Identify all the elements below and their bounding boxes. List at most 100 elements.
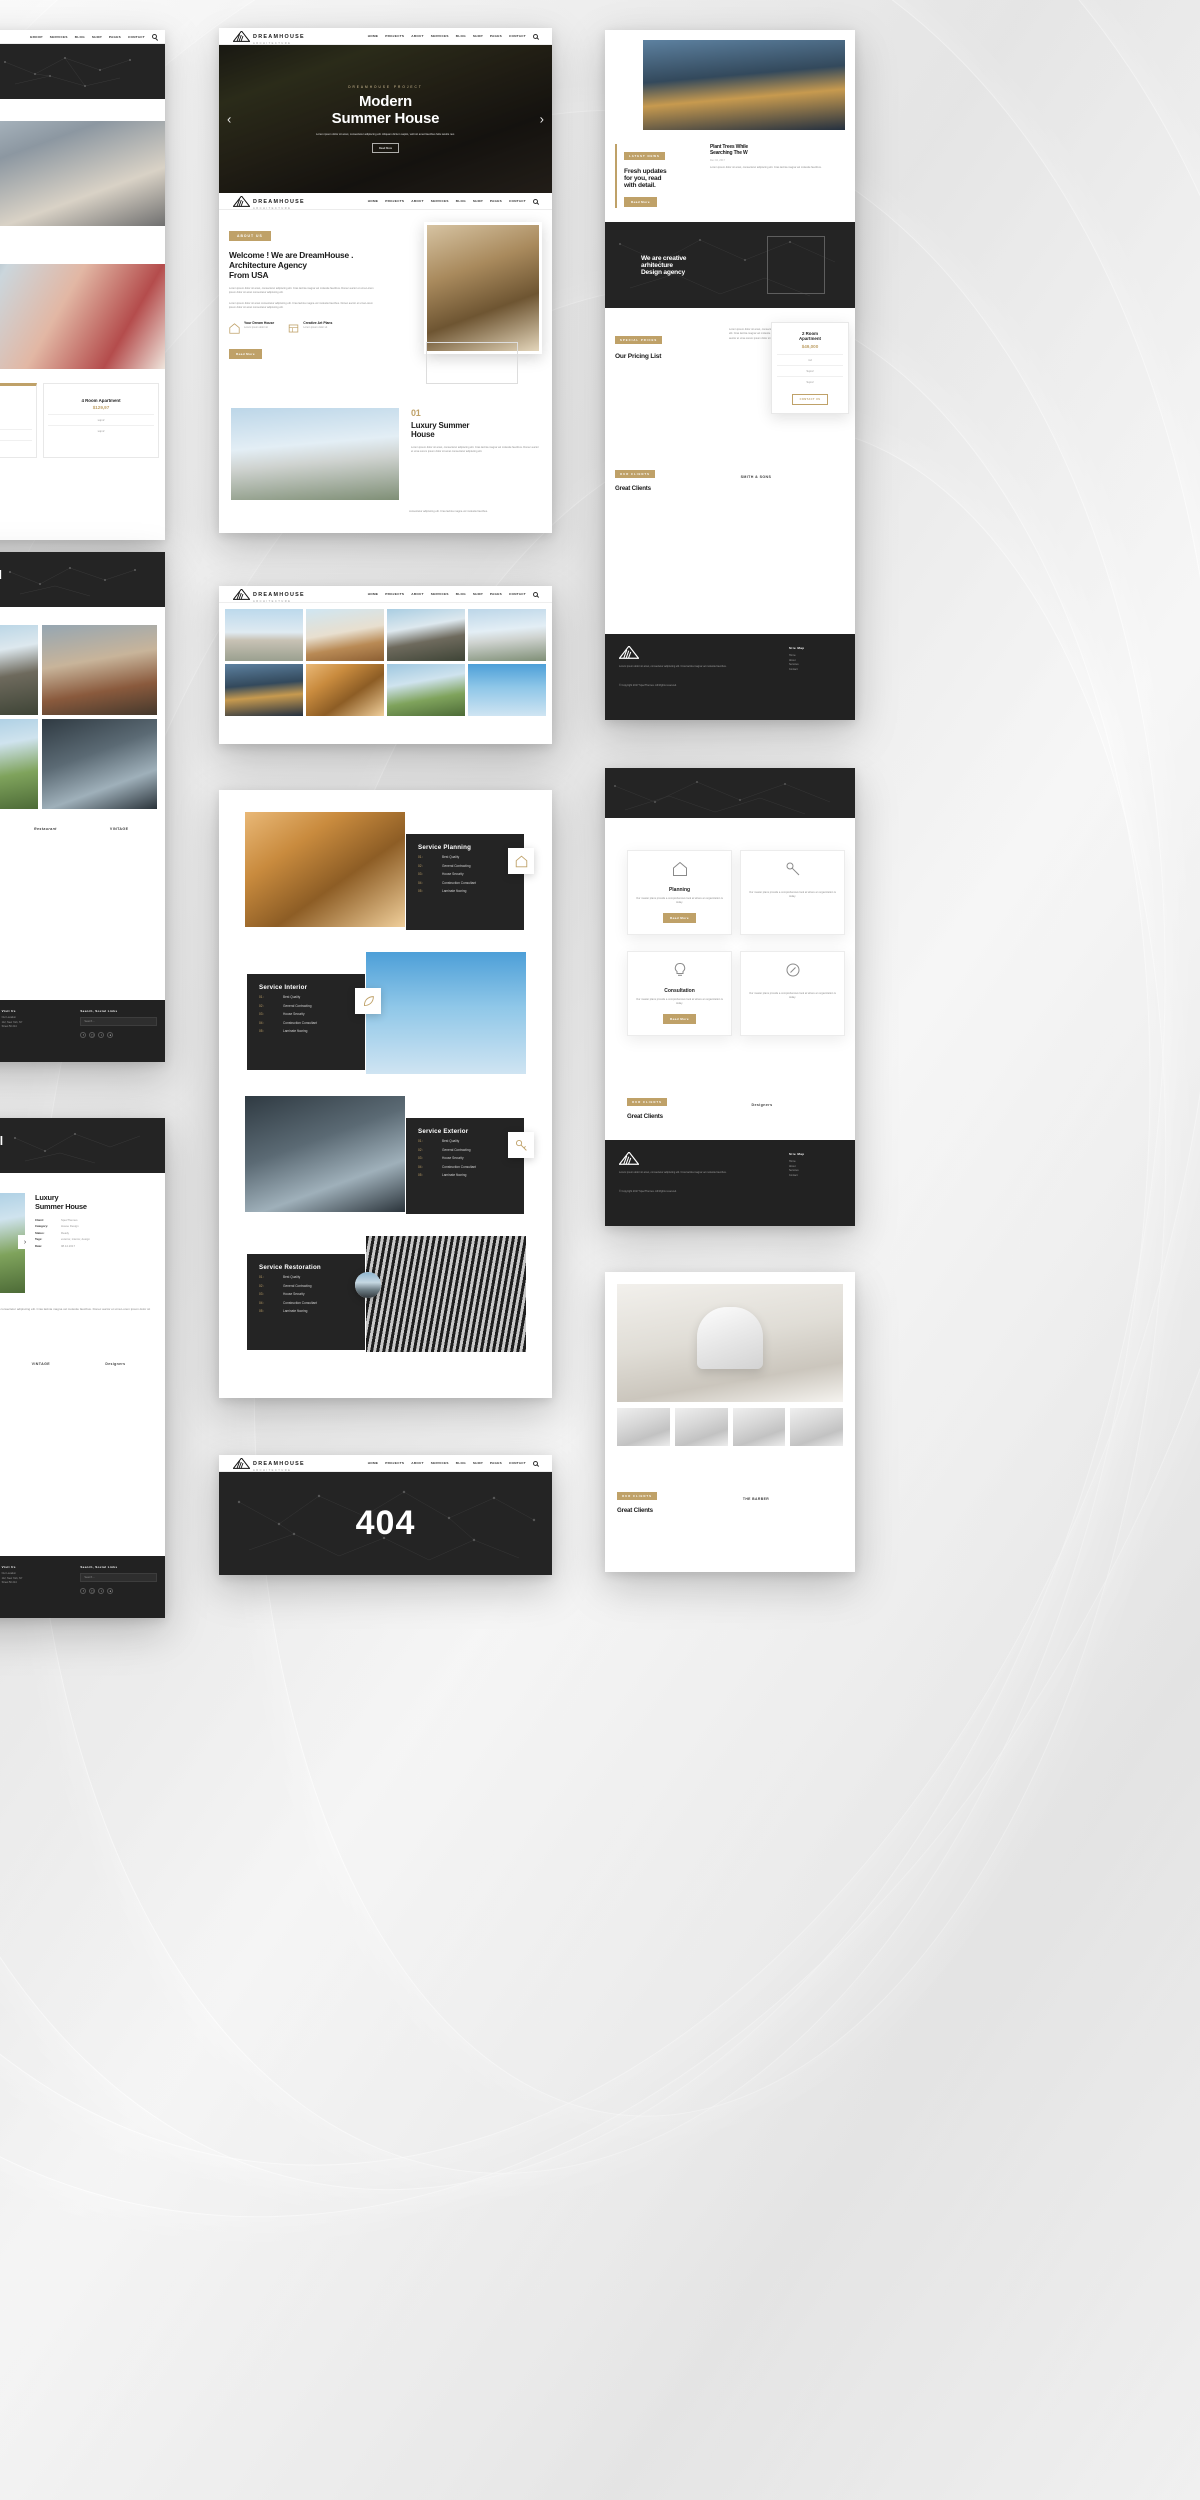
nav-item-blog[interactable]: BLOG [456, 199, 466, 203]
dribbble-icon[interactable]: ● [107, 1032, 114, 1038]
mockup-services-page[interactable]: Service Planning 01 : Best Quality 02 : Ge… [219, 790, 552, 1398]
nav-item-about[interactable]: ABOUT [411, 592, 424, 596]
nav-item-contact[interactable]: CONTACT [509, 34, 526, 38]
blog-cta-button[interactable]: Read More [624, 197, 657, 207]
product-thumb[interactable] [790, 1408, 843, 1446]
nav-item-projects[interactable]: PROJECTS [385, 199, 404, 203]
search-icon[interactable] [533, 591, 538, 597]
pricing-card[interactable]: 4 Room Apartment $129,97 sqm2 sqm2 [43, 383, 159, 458]
pricing-card-cta[interactable]: CONTACT US [791, 394, 829, 405]
gallery-thumb[interactable] [468, 609, 546, 661]
site-header[interactable]: DREAMHOUSE ARCHITECTURE HOME PROJECTS AB… [219, 586, 552, 603]
nav-item-about[interactable]: ABOUT [411, 34, 424, 38]
mockup-404-page[interactable]: DREAMHOUSE ARCHITECTURE HOME PROJECTS AB… [219, 1455, 552, 1575]
service-card[interactable]: Planning Our master plans provide a comp… [627, 850, 732, 935]
nav-links[interactable]: HOME PROJECTS ABOUT SERVICES BLOG SHOP P… [368, 1460, 538, 1466]
nav-item-services[interactable]: SERVICES [431, 34, 449, 38]
nav-item-blog[interactable]: BLOG [456, 34, 466, 38]
nav-links[interactable]: HOME PROJECTS ABOUT SERVICES BLOG SHOP P… [368, 33, 538, 39]
mockup-blog-page[interactable]: LATEST NEWS Fresh updates for you, read … [605, 30, 855, 720]
nav-item-blog[interactable]: BLOG [456, 592, 466, 596]
gallery-thumb[interactable] [387, 664, 465, 716]
nav-links[interactable]: HOME PROJECTS ABOUT SERVICES BLOG SHOP P… [368, 591, 538, 597]
facebook-icon[interactable]: f [80, 1588, 87, 1594]
product-thumb[interactable] [732, 1408, 786, 1446]
gallery-thumb[interactable] [306, 609, 384, 661]
nav-item[interactable]: SERVICES [50, 35, 68, 39]
nav-item-home[interactable]: HOME [368, 199, 378, 203]
project-thumb[interactable] [42, 719, 157, 809]
footer-search-input[interactable]: Search ... [80, 1017, 157, 1026]
nav-links[interactable]: HOME PROJECTS ABOUT SERVICES BLOG SHOP P… [368, 198, 538, 204]
product-thumb[interactable] [674, 1408, 728, 1446]
nav-item-projects[interactable]: PROJECTS [385, 592, 404, 596]
site-header[interactable]: GROUP SERVICES BLOG SHOP PAGES CONTACT [0, 30, 165, 44]
twitter-icon[interactable]: t [98, 1588, 105, 1594]
project-thumb[interactable] [0, 625, 38, 715]
nav-item-about[interactable]: ABOUT [411, 1461, 424, 1465]
pricing-card[interactable]: 2 Room Apartment $49,000 m2 Sqm2 Sqm2 CO… [771, 322, 849, 414]
site-header[interactable]: DREAMHOUSE ARCHITECTURE HOME PROJECTS AB… [219, 1455, 552, 1472]
instagram-icon[interactable]: ▢ [89, 1032, 96, 1038]
nav-item-home[interactable]: HOME [368, 34, 378, 38]
instagram-icon[interactable]: ▢ [89, 1588, 96, 1594]
product-photo[interactable] [617, 1284, 843, 1402]
nav-item-services[interactable]: SERVICES [431, 199, 449, 203]
hero-next-arrow[interactable]: › [540, 113, 544, 126]
twitter-icon[interactable]: t [98, 1032, 105, 1038]
service-card-cta[interactable]: Read More [663, 1013, 696, 1024]
site-header-secondary[interactable]: DREAMHOUSE ARCHITECTURE HOME PROJECTS AB… [219, 193, 552, 210]
nav-item-contact[interactable]: CONTACT [509, 199, 526, 203]
mockup-shop-page[interactable]: OUR CLIENTS Great Clients THE BARBER [605, 1272, 855, 1572]
mockup-project-detail[interactable]: Project Detail DREAMHOUSE › Luxury Summe… [0, 1118, 165, 1618]
project-thumb[interactable] [42, 625, 157, 715]
service-card[interactable]: Our master plans provide a comprehensive… [740, 950, 845, 1036]
service-card[interactable]: Our master plans provide a comprehensive… [740, 850, 845, 935]
nav-item-contact[interactable]: CONTACT [509, 1461, 526, 1465]
nav-item-home[interactable]: HOME [368, 1461, 378, 1465]
facebook-icon[interactable]: f [80, 1032, 87, 1038]
nav-item[interactable]: CONTACT [128, 35, 145, 39]
nav-item-shop[interactable]: SHOP [473, 592, 483, 596]
search-icon[interactable] [533, 33, 538, 39]
site-header[interactable]: DREAMHOUSE ARCHITECTURE HOME PROJECTS AB… [219, 28, 552, 45]
nav-item-about[interactable]: ABOUT [411, 199, 424, 203]
search-icon[interactable] [533, 198, 538, 204]
nav-item-shop[interactable]: SHOP [473, 34, 483, 38]
nav-item-shop[interactable]: SHOP [473, 1461, 483, 1465]
nav-item[interactable]: GROUP [30, 35, 43, 39]
mockup-service-cards[interactable]: Planning Our master plans provide a comp… [605, 768, 855, 1226]
nav-item-services[interactable]: SERVICES [431, 1461, 449, 1465]
nav-item-blog[interactable]: BLOG [456, 1461, 466, 1465]
next-arrow-icon[interactable]: › [18, 1235, 32, 1249]
mockup-about-page[interactable]: GROUP SERVICES BLOG SHOP PAGES CONTACT A… [0, 30, 165, 540]
nav-item-home[interactable]: HOME [368, 592, 378, 596]
hero-prev-arrow[interactable]: ‹ [227, 113, 231, 126]
nav-item-projects[interactable]: PROJECTS [385, 1461, 404, 1465]
footer-link-contact[interactable]: Contact [789, 668, 841, 673]
nav-item-pages[interactable]: PAGES [490, 34, 502, 38]
gallery-thumb[interactable] [306, 664, 384, 716]
project-thumb[interactable] [0, 719, 38, 809]
about-cta-button[interactable]: Read More [229, 348, 262, 359]
brand-logo[interactable]: DREAMHOUSE ARCHITECTURE [233, 28, 305, 46]
footer-search-input[interactable]: Search ... [80, 1573, 157, 1582]
hero-slider[interactable]: Dreamhouse Project Modern Summer House L… [219, 45, 552, 193]
nav-item-pages[interactable]: PAGES [490, 592, 502, 596]
brand-logo[interactable]: DREAMHOUSE ARCHITECTURE [233, 1455, 305, 1473]
footer-link-contact[interactable]: Contact [789, 1174, 841, 1179]
mockup-homepage[interactable]: DREAMHOUSE ARCHITECTURE HOME PROJECTS AB… [219, 28, 552, 533]
brand-logo[interactable]: DREAMHOUSE ARCHITECTURE [233, 191, 305, 211]
service-card-cta[interactable]: Read More [663, 912, 696, 923]
nav-item-contact[interactable]: CONTACT [509, 592, 526, 596]
gallery-thumb[interactable] [468, 664, 546, 716]
mockup-projects-grid[interactable]: Projects Grid DREAMHOUSE SMITH & SONS Re… [0, 552, 165, 1062]
nav-item[interactable]: PAGES [109, 35, 121, 39]
gallery-thumb[interactable] [387, 609, 465, 661]
gallery-thumb[interactable] [225, 664, 303, 716]
search-icon[interactable] [533, 1460, 538, 1466]
hero-cta-button[interactable]: Read More [371, 143, 400, 154]
nav-links[interactable]: GROUP SERVICES BLOG SHOP PAGES CONTACT [30, 34, 157, 39]
nav-item-projects[interactable]: PROJECTS [385, 34, 404, 38]
search-icon[interactable] [152, 34, 157, 39]
